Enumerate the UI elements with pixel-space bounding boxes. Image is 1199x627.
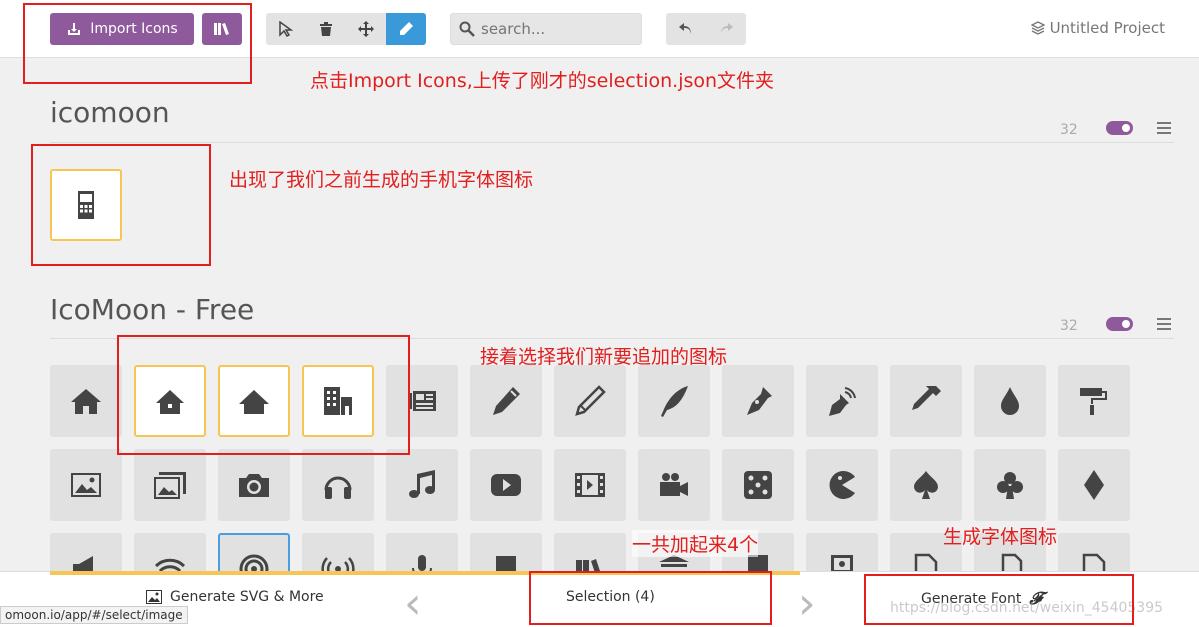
select-cursor-icon (279, 21, 294, 37)
paint-format-icon (1080, 388, 1107, 415)
pen-icon (747, 387, 772, 415)
annotation-box-count (529, 571, 772, 625)
glyph-video-camera[interactable] (638, 449, 710, 521)
annotation-count-note: 一共加起来4个 (632, 530, 759, 557)
glyph-pencil2[interactable] (554, 365, 626, 437)
edit-tool-button[interactable] (386, 13, 426, 45)
glyph-music[interactable] (386, 449, 458, 521)
history-group (666, 13, 746, 45)
glyph-clubs[interactable] (974, 449, 1046, 521)
glyph-blog[interactable] (806, 365, 878, 437)
dice-icon (744, 471, 772, 499)
set-toggle-icomoon[interactable] (1106, 121, 1133, 135)
glyph-home[interactable] (50, 365, 122, 437)
images-icon (154, 472, 186, 499)
generate-svg-label: Generate SVG & More (170, 589, 324, 605)
annotation-font-note: 生成字体图标 (943, 526, 1058, 548)
play-icon (491, 474, 521, 496)
redo-button[interactable] (706, 13, 746, 45)
set-divider (50, 142, 1174, 143)
project-name-label: Untitled Project (1049, 19, 1165, 37)
spades-icon (914, 471, 938, 499)
tool-group (266, 13, 426, 45)
eyedropper-icon (912, 386, 941, 410)
glyph-quill[interactable] (638, 365, 710, 437)
glyph-image[interactable] (50, 449, 122, 521)
newspaper-icon (408, 391, 436, 411)
undo-icon (679, 23, 691, 34)
trash-icon (320, 22, 332, 36)
music-icon (409, 470, 435, 498)
glyph-pen[interactable] (722, 365, 794, 437)
move-icon (358, 21, 374, 37)
set-title-icomoon: icomoon (50, 96, 170, 129)
glyph-play[interactable] (470, 449, 542, 521)
glyph-pacman[interactable] (806, 449, 878, 521)
project-name[interactable]: Untitled Project (1030, 19, 1165, 37)
glyph-paint-format[interactable] (1058, 365, 1130, 437)
glyph-images[interactable] (134, 449, 206, 521)
select-tool-button[interactable] (266, 13, 306, 45)
droplet-icon (1001, 387, 1019, 415)
status-url: omoon.io/app/#/select/image (0, 606, 188, 624)
annotation-box-phone (31, 144, 211, 266)
glyph-diamonds[interactable] (1058, 449, 1130, 521)
set-count-icomoon: 32 (1060, 122, 1078, 138)
glyph-film[interactable] (554, 449, 626, 521)
set-menu-icomoon[interactable] (1157, 122, 1171, 134)
delete-tool-button[interactable] (306, 13, 346, 45)
video-camera-icon (660, 473, 688, 496)
image-icon (71, 473, 101, 497)
pencil2-icon (575, 385, 606, 416)
annotation-import-note: 点击Import Icons,上传了刚才的selection.json文件夹 (310, 70, 775, 92)
set-title-icomoon-free: IcoMoon - Free (50, 293, 255, 326)
annotation-box-font (864, 574, 1134, 625)
annotation-box-import (23, 3, 252, 84)
glyph-dice[interactable] (722, 449, 794, 521)
search-box (450, 13, 642, 45)
annotation-phone-note: 出现了我们之前生成的手机字体图标 (229, 169, 534, 191)
annotation-select-note: 接着选择我们新要追加的图标 (480, 346, 728, 368)
glyph-headphones[interactable] (302, 449, 374, 521)
set-menu-icomoon-free[interactable] (1157, 318, 1171, 330)
headphones-icon (324, 476, 352, 499)
film-icon (575, 473, 605, 497)
home-icon (71, 389, 101, 414)
diamonds-icon (1084, 470, 1104, 500)
quill-icon (661, 386, 688, 417)
set-toggle-icomoon-free[interactable] (1106, 317, 1133, 331)
glyph-spades[interactable] (890, 449, 962, 521)
layers-icon (1030, 21, 1045, 35)
set-count-icomoon-free: 32 (1060, 318, 1078, 334)
annotation-box-selection (117, 335, 410, 455)
redo-icon (721, 23, 733, 34)
glyph-eyedropper[interactable] (890, 365, 962, 437)
image-small-icon (146, 590, 162, 604)
pencil-edit-icon (400, 22, 413, 35)
pacman-icon (829, 471, 855, 499)
search-icon (459, 21, 475, 37)
move-tool-button[interactable] (346, 13, 386, 45)
glyph-pencil[interactable] (470, 365, 542, 437)
blog-icon (829, 387, 856, 416)
search-input[interactable] (481, 20, 631, 38)
undo-button[interactable] (666, 13, 706, 45)
clubs-icon (997, 472, 1023, 499)
pencil-icon (493, 387, 520, 415)
chevron-left-icon: ‹ (404, 578, 422, 627)
glyph-camera[interactable] (218, 449, 290, 521)
chevron-right-icon: › (798, 578, 816, 627)
generate-svg-button[interactable]: Generate SVG & More (146, 589, 324, 605)
glyph-droplet[interactable] (974, 365, 1046, 437)
camera-icon (239, 474, 269, 497)
